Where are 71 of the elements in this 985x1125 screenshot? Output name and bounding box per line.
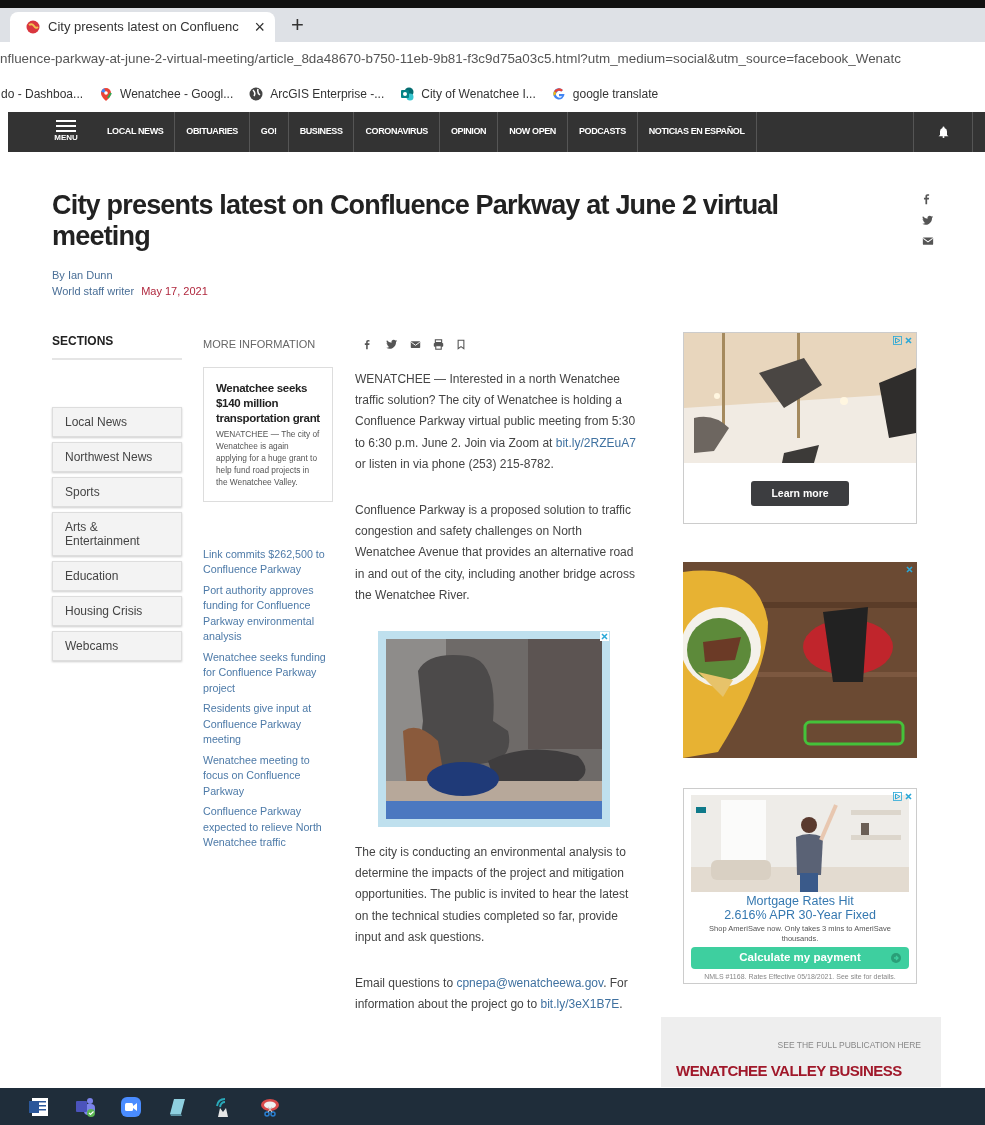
section-link[interactable]: Housing Crisis (52, 596, 182, 626)
nav-link[interactable]: BUSINESS (288, 112, 355, 152)
google-icon (551, 87, 566, 101)
nav-link[interactable]: OBITUARIES (175, 112, 250, 152)
related-link[interactable]: Confluence Parkway expected to relieve North Wenatchee traffic (203, 804, 333, 851)
featured-story-card[interactable]: Wenatchee seeks $140 million transportation grant WENATCHEE — The city of Wenatchee is again applying for a huge grant to help fund road projects in the Wenatchee Valley. (203, 366, 333, 502)
section-link[interactable]: Local News (52, 407, 182, 437)
publish-date: May 17, 2021 (141, 285, 208, 297)
nav-link[interactable]: GO! (249, 112, 289, 152)
bell-icon[interactable] (937, 126, 949, 138)
document-icon[interactable] (28, 1095, 50, 1118)
mail-icon[interactable] (922, 235, 934, 247)
paragraph: Email questions to cpnepa@wenatcheewa.gov. For information about the project go to bit.ly/3eX1B7E. (355, 975, 629, 1014)
tab-close-button[interactable]: × (254, 18, 265, 36)
learn-more-button[interactable]: Learn more (751, 481, 849, 506)
article-title: City presents latest on Confluence Parkway at June 2 virtual meeting (52, 190, 780, 251)
related-link[interactable]: Link commits $262,500 to Confluence Parkway (203, 546, 333, 578)
section-link[interactable]: Northwest News (52, 442, 182, 472)
close-icon[interactable] (600, 632, 609, 642)
sections-heading: SECTIONS (52, 332, 182, 360)
nav-link[interactable]: LOCAL NEWS (96, 112, 176, 152)
related-link[interactable]: Wenatchee meeting to focus on Confluence Parkway (203, 752, 333, 799)
more-info-heading: MORE INFORMATION (203, 337, 317, 352)
bookmark[interactable]: do - Dashboa... (1, 85, 84, 103)
video-camera-icon[interactable] (120, 1095, 142, 1118)
nav-link[interactable]: NOW OPEN (498, 112, 568, 152)
nav-link[interactable]: OPINION (439, 112, 499, 152)
map-pin-icon (99, 87, 114, 101)
nav-link[interactable]: NOTICIAS EN ESPAÑOL (637, 112, 757, 152)
publication-title[interactable]: WENATCHEE VALLEY BUSINESS (676, 1061, 902, 1080)
tab-title: City presents latest on Confluenc (48, 18, 239, 37)
mail-icon[interactable] (410, 338, 421, 350)
print-icon[interactable] (433, 338, 444, 350)
close-icon[interactable] (905, 565, 914, 574)
related-link[interactable]: Wenatchee seeks funding for Confluence Parkway project (203, 649, 333, 696)
nav-link[interactable]: PODCASTS (567, 112, 638, 152)
advertisement[interactable]: Learn more (683, 332, 917, 524)
related-link[interactable]: Residents give input at Confluence Parkway meeting (203, 701, 333, 748)
ad-headline: Mortgage Rates Hit (745, 894, 855, 908)
author-link[interactable]: By Ian Dunn (52, 267, 985, 283)
story-summary: WENATCHEE — The city of Wenatchee is again applying for a huge grant to help fund road projects in the Wenatchee Valley. (216, 427, 320, 488)
section-link[interactable]: Sports (52, 477, 182, 507)
twitter-icon[interactable] (922, 214, 934, 226)
bookmark[interactable]: ArcGIS Enterprise -... (249, 85, 385, 103)
address-field[interactable]: nfluence-parkway-at-june-2-virtual-meeting/article_8da48670-b750-11eb-9b81-f3c9d75a03c5.html?utm_medium=social&utm_source=facebook_Wenatc (0, 48, 901, 70)
story-title[interactable]: Wenatchee seeks $140 million transportation grant (216, 380, 320, 426)
bookmark[interactable]: Wenatchee - Googl... (99, 85, 234, 103)
menu-icon (56, 120, 76, 132)
bookmark-icon[interactable] (456, 338, 466, 350)
author-role: World staff writer (52, 285, 135, 297)
people-icon[interactable] (74, 1095, 96, 1118)
paragraph: WENATCHEE — Interested in a north Wenatchee traffic solution? The city of Wenatchee is holding a Confluence Parkway virtual public meeting from 5:30 to 6:30 p.m. June 2. Join via Zoom at bit.ly/2RZEuA7 or listen in via phone (253) 215-8782. (355, 371, 637, 473)
text-link[interactable]: bit.ly/2RZEuA7 (555, 435, 636, 450)
section-link[interactable]: Education (52, 561, 182, 591)
browser-tab[interactable]: City presents latest on Confluenc × (10, 12, 275, 42)
paragraph: Confluence Parkway is a proposed solution to traffic congestion and safety challenges on North Wenatchee Avenue that provides an alternative road in and out of the city, including another bridge across the Wenatchee River. (355, 502, 636, 604)
section-link[interactable]: Arts & Entertainment (52, 512, 182, 556)
twitter-icon[interactable] (386, 338, 398, 350)
new-tab-button[interactable]: + (287, 14, 308, 36)
ad-headline: 2.616% APR 30-Year Fixed (723, 908, 877, 922)
triangle-icon[interactable] (893, 792, 902, 801)
section-link[interactable]: Webcams (52, 631, 182, 661)
paragraph: The city is conducting an environmental analysis to determine the impacts of the project and mitigation opportunities. The public is invited to hear the latest on the technical studies completed so far, provide input and ask questions. (355, 844, 630, 946)
related-link[interactable]: Port authority approves funding for Confluence Parkway environmental analysis (203, 582, 333, 645)
arrow-icon (891, 953, 901, 963)
close-icon[interactable] (904, 792, 913, 801)
bookmark[interactable]: google translate (551, 85, 659, 103)
menu-button[interactable]: MENU (8, 112, 96, 152)
nav-link[interactable]: CORONAVIRUS (354, 112, 440, 152)
sharepoint-icon (400, 87, 415, 101)
bookmark[interactable]: City of Wenatchee I... (400, 85, 536, 103)
